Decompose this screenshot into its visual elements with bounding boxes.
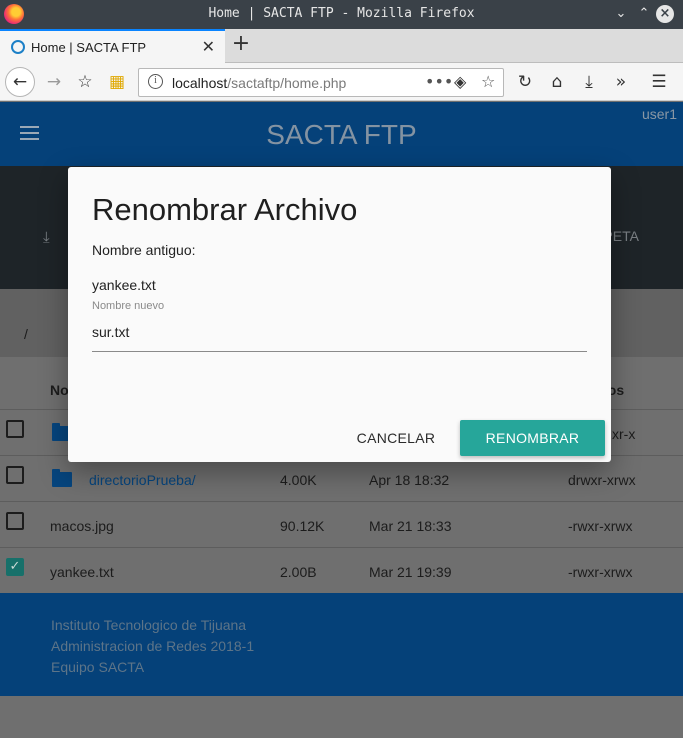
url-bar[interactable]: i localhost/sactaftp/home.php ••• ◈ ☆: [138, 68, 504, 97]
row-name[interactable]: macos.jpg: [50, 518, 114, 534]
dialog-title: Renombrar Archivo: [92, 192, 358, 227]
favicon-icon: [11, 40, 25, 54]
navigation-bar: ← → ☆ ▦ i localhost/sactaftp/home.php ••…: [0, 63, 683, 101]
tab-strip: Home | SACTA FTP ✕ +: [0, 29, 683, 63]
rename-button[interactable]: RENOMBRAR: [460, 420, 605, 456]
table-row[interactable]: ✓ yankee.txt 2.00B Mar 21 19:39 -rwxr-xr…: [0, 547, 683, 593]
window-titlebar: Home | SACTA FTP - Mozilla Firefox ⌄ ⌃ ×: [0, 0, 683, 29]
user-name[interactable]: user1: [642, 106, 677, 122]
rename-dialog: Renombrar Archivo Nombre antiguo: yankee…: [68, 167, 611, 462]
pocket-icon[interactable]: ◈: [454, 72, 466, 91]
library-star-icon[interactable]: ☆: [71, 68, 99, 96]
home-icon[interactable]: ⌂: [543, 68, 571, 96]
checkmark-icon: ✓: [9, 559, 21, 574]
back-button-icon[interactable]: ←: [5, 67, 35, 97]
footer-line-2: Administracion de Redes 2018-1: [51, 638, 255, 654]
app-title: SACTA FTP: [266, 119, 417, 150]
reload-icon[interactable]: ↻: [511, 68, 539, 96]
row-checkbox[interactable]: [6, 420, 24, 438]
old-name-label: Nombre antiguo:: [92, 242, 196, 258]
folder-icon: [52, 469, 72, 487]
row-date: Apr 18 18:32: [369, 472, 450, 488]
row-date: Mar 21 19:39: [369, 564, 452, 580]
site-info-icon[interactable]: i: [148, 74, 163, 89]
row-checkbox[interactable]: [6, 466, 24, 484]
footer-line-3: Equipo SACTA: [51, 659, 145, 675]
bookmark-star-icon[interactable]: ☆: [481, 72, 495, 91]
cancel-button[interactable]: CANCELAR: [350, 420, 442, 456]
row-name-link[interactable]: directorioPrueba/: [89, 472, 196, 488]
row-permissions: -rwxr-xrwx: [568, 564, 633, 580]
tab-home[interactable]: Home | SACTA FTP ✕: [0, 29, 225, 63]
overflow-chevron-icon[interactable]: »: [607, 68, 635, 96]
app-header: SACTA FTP user1: [0, 102, 683, 166]
row-date: Mar 21 18:33: [369, 518, 452, 534]
row-permissions: drwxr-xrwx: [568, 472, 636, 488]
menu-icon[interactable]: ☰: [645, 68, 673, 96]
column-header-name[interactable]: No: [50, 382, 69, 398]
minimize-icon[interactable]: ⌄: [612, 5, 630, 23]
maximize-icon[interactable]: ⌃: [635, 5, 653, 23]
old-name-value: yankee.txt: [92, 277, 156, 293]
row-size: 90.12K: [280, 518, 325, 534]
row-checkbox[interactable]: [6, 512, 24, 530]
row-size: 4.00K: [280, 472, 317, 488]
download-icon[interactable]: ⤓: [43, 228, 50, 246]
url-text[interactable]: localhost/sactaftp/home.php: [172, 75, 346, 91]
page-footer: Instituto Tecnologico de Tijuana Adminis…: [0, 593, 683, 696]
web-page: SACTA FTP user1 ⤓ PETA / No sos xr-x dir…: [0, 102, 683, 738]
window-title: Home | SACTA FTP - Mozilla Firefox: [208, 6, 475, 21]
row-name[interactable]: yankee.txt: [50, 564, 114, 580]
table-row[interactable]: macos.jpg 90.12K Mar 21 18:33 -rwxr-xrwx: [0, 501, 683, 547]
row-permissions: xr-x: [612, 426, 636, 442]
tab-title: Home | SACTA FTP: [31, 40, 147, 55]
close-window-icon[interactable]: ×: [656, 5, 674, 23]
row-permissions: -rwxr-xrwx: [568, 518, 633, 534]
row-size: 2.00B: [280, 564, 317, 580]
tab-close-icon[interactable]: ✕: [202, 37, 215, 56]
footer-line-1: Instituto Tecnologico de Tijuana: [51, 617, 247, 633]
path-root[interactable]: /: [24, 326, 28, 342]
row-checkbox-checked[interactable]: ✓: [6, 558, 24, 576]
downloads-icon[interactable]: ⤓: [575, 68, 603, 96]
page-actions-icon[interactable]: •••: [425, 72, 453, 91]
extension-icon[interactable]: ▦: [103, 68, 131, 96]
new-name-input[interactable]: [92, 318, 587, 352]
forward-button-icon[interactable]: →: [40, 68, 68, 96]
new-tab-icon[interactable]: +: [230, 31, 252, 56]
new-name-label: Nombre nuevo: [92, 300, 165, 312]
